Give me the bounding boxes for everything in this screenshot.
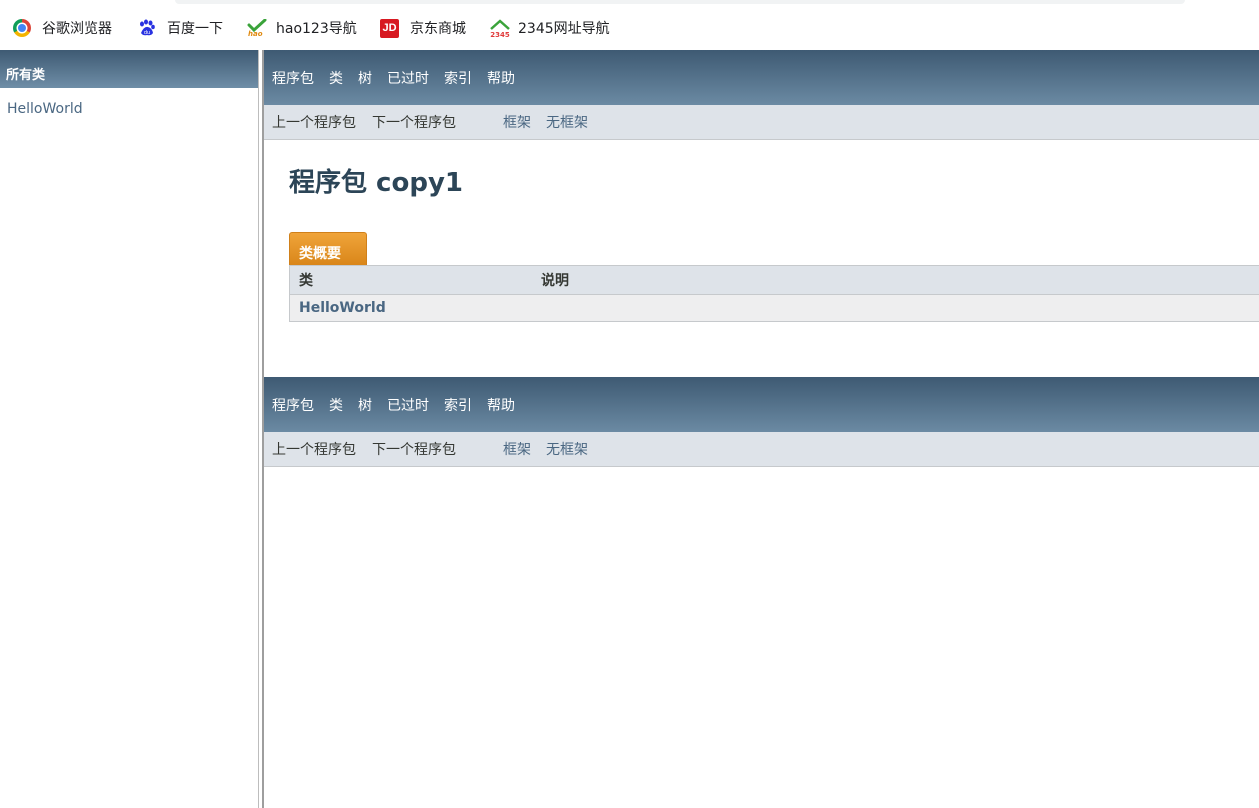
all-classes-heading: 所有类 (0, 50, 258, 88)
bookmark-chrome[interactable]: 谷歌浏览器 (13, 17, 112, 39)
hao123-icon: hao (247, 18, 267, 38)
no-frames-link[interactable]: 无框架 (546, 439, 588, 459)
next-package-label: 下一个程序包 (372, 442, 456, 458)
bookmark-label: 京东商城 (410, 21, 466, 37)
bookmark-label: 2345网址导航 (518, 21, 610, 37)
bookmark-hao123[interactable]: hao hao123导航 (247, 17, 357, 39)
bookmark-2345[interactable]: 2345 2345网址导航 (489, 17, 610, 39)
prev-package-label: 上一个程序包 (272, 442, 356, 458)
next-package-label: 下一个程序包 (372, 115, 456, 131)
svg-text:hao: hao (248, 30, 263, 37)
2345-house-icon: 2345 (489, 19, 510, 39)
nav-class[interactable]: 类 (329, 68, 343, 88)
prev-package-label: 上一个程序包 (272, 115, 356, 131)
class-name-link[interactable]: HelloWorld (290, 300, 541, 316)
class-link-helloworld[interactable]: HelloWorld (0, 88, 258, 117)
nav-package[interactable]: 程序包 (272, 68, 314, 88)
page-title: 程序包 copy1 (289, 168, 463, 198)
column-header-class: 类 (299, 273, 313, 289)
nav-tree[interactable]: 树 (358, 68, 372, 88)
frames-link[interactable]: 框架 (503, 112, 531, 132)
jd-icon: JD (380, 18, 399, 38)
bottom-sub-nav-bar: 上一个程序包 下一个程序包 框架 无框架 (264, 432, 1259, 467)
frames-link[interactable]: 框架 (503, 439, 531, 459)
nav-package[interactable]: 程序包 (272, 395, 314, 415)
nav-tree[interactable]: 树 (358, 395, 372, 415)
bottom-nav: 程序包 类 树 已过时 索引 帮助 上一个程序包 下一个程序包 框架 无框架 (264, 377, 1259, 467)
bookmark-baidu[interactable]: du 百度一下 (138, 17, 223, 39)
bookmark-jd[interactable]: JD 京东商城 (380, 17, 466, 39)
nav-help[interactable]: 帮助 (487, 68, 515, 88)
table-row: HelloWorld (290, 295, 1259, 321)
bookmark-label: 百度一下 (167, 21, 223, 37)
no-frames-link[interactable]: 无框架 (546, 112, 588, 132)
svg-text:2345: 2345 (490, 31, 510, 39)
baidu-paw-icon: du (138, 19, 156, 37)
package-content-frame: 程序包 类 树 已过时 索引 帮助 上一个程序包 下一个程序包 框架 无框架 程… (264, 50, 1259, 808)
all-classes-frame: 所有类 HelloWorld (0, 50, 258, 808)
nav-help[interactable]: 帮助 (487, 395, 515, 415)
svg-text:du: du (144, 30, 150, 36)
column-header-description: 说明 (541, 273, 569, 289)
nav-deprecated[interactable]: 已过时 (387, 395, 429, 415)
sub-nav-bar: 上一个程序包 下一个程序包 框架 无框架 (264, 105, 1259, 140)
class-summary-table: 类 说明 HelloWorld (289, 265, 1259, 322)
nav-index[interactable]: 索引 (444, 395, 472, 415)
nav-index[interactable]: 索引 (444, 68, 472, 88)
table-header-row: 类 说明 (290, 266, 1259, 295)
class-summary-tab: 类概要 (289, 232, 367, 265)
nav-class[interactable]: 类 (329, 395, 343, 415)
chrome-icon (13, 19, 31, 37)
bookmark-label: hao123导航 (276, 21, 357, 37)
top-nav-bar: 程序包 类 树 已过时 索引 帮助 (264, 50, 1259, 105)
bookmark-label: 谷歌浏览器 (42, 21, 112, 37)
address-bar-edge (175, 0, 1185, 4)
nav-deprecated[interactable]: 已过时 (387, 68, 429, 88)
bottom-nav-bar: 程序包 类 树 已过时 索引 帮助 (264, 377, 1259, 432)
bookmarks-bar: 谷歌浏览器 du 百度一下 hao hao123导航 JD 京东商城 2345 … (0, 0, 1259, 50)
